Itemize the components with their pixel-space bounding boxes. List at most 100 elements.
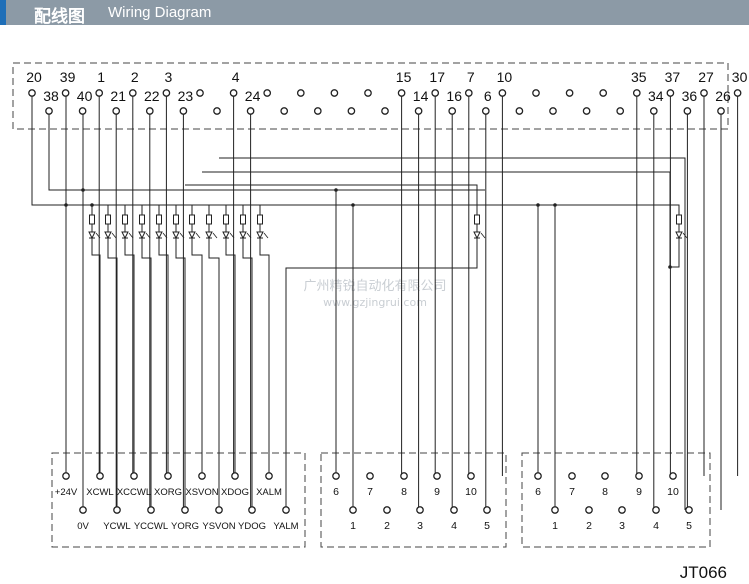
- top-connector-upper-pin: [498, 89, 507, 97]
- terminal-block-2-upper-pin: [433, 472, 441, 480]
- top-connector-upper-pin: [263, 89, 272, 97]
- top-connector-upper-pin: [196, 89, 204, 97]
- terminal-block-1-lower-label: YSVON: [202, 521, 235, 532]
- top-pin-label-lower: 21: [110, 88, 126, 104]
- terminal-block-2-lower-pin: [483, 506, 491, 514]
- terminal-block-1-lower-label: YDOG: [238, 521, 266, 532]
- resistor: [240, 214, 246, 225]
- model-number: JT066: [680, 563, 727, 582]
- wire: [48, 111, 485, 191]
- top-connector-upper-pin: [128, 89, 137, 97]
- header-title-english: Wiring Diagram: [108, 4, 212, 21]
- top-pin-label-upper: 10: [497, 69, 513, 85]
- resistor: [173, 214, 179, 225]
- watermark: 广州精锐自动化有限公司 www.gzjingrui.com: [303, 279, 446, 309]
- top-connector-upper-pin: [632, 89, 641, 97]
- led-diode: [222, 231, 230, 240]
- header-accent-bar: [0, 0, 6, 25]
- top-pin-label-lower: 22: [144, 88, 160, 104]
- top-connector-upper-pin: [61, 89, 70, 97]
- terminal-block-2-upper-label: 7: [367, 486, 373, 498]
- top-connector-upper-pin: [666, 89, 675, 97]
- top-connector-upper-pin: [532, 89, 540, 97]
- terminal-block-1-lower-pin: [248, 506, 256, 514]
- top-connector-upper-pin: [431, 89, 440, 97]
- header-title-chinese: 配线图: [34, 7, 85, 27]
- led-diode: [256, 231, 264, 240]
- top-connector-lower-pin: [280, 107, 289, 115]
- terminal-block-3-upper-pin: [669, 472, 677, 480]
- led-diode: [205, 231, 213, 240]
- terminal-block-3-upper-pin: [568, 472, 576, 480]
- led-diode: [121, 231, 129, 240]
- led-arrow: [480, 232, 486, 239]
- top-connector-lower-pin: [549, 107, 557, 115]
- terminal-block-1-upper-label: XDOG: [221, 487, 249, 498]
- top-connector-lower-pin: [381, 107, 389, 115]
- page-header: 配线图 Wiring Diagram: [0, 0, 749, 27]
- top-connector-upper-pin: [565, 89, 574, 97]
- top-connector-lower-pin: [582, 107, 591, 115]
- top-pin-label-lower: 24: [245, 88, 261, 104]
- terminal-block-1-upper-label: XORG: [154, 487, 182, 498]
- junction-dot: [351, 203, 355, 207]
- terminal-block-1-upper-label: XSVON: [185, 487, 218, 498]
- top-connector-upper-pin: [397, 89, 406, 97]
- resistor: [156, 214, 162, 225]
- led-arrow: [111, 232, 117, 239]
- top-pin-label-lower: 26: [715, 88, 731, 104]
- top-connector-upper-pin: [464, 89, 473, 97]
- terminal-block-1-outline: [51, 452, 306, 548]
- terminal-block-1-upper-label: XALM: [256, 487, 282, 498]
- terminal-block-1-upper-pin: [198, 472, 206, 480]
- led-diode: [88, 231, 96, 240]
- led-diode: [155, 231, 163, 240]
- terminal-block-3-lower-pin: [551, 506, 559, 514]
- top-pin-label-upper: 15: [396, 69, 412, 85]
- top-pin-label-lower: 23: [178, 88, 194, 104]
- top-pin-label-lower: 14: [413, 88, 429, 104]
- terminal-block-1-upper-pin: [231, 472, 239, 480]
- top-connector-upper-pin: [296, 89, 305, 97]
- top-pin-label-upper: 37: [665, 69, 681, 85]
- wire: [208, 238, 220, 510]
- top-pin-label-upper: 35: [631, 69, 647, 85]
- wire: [202, 171, 671, 267]
- terminal-block-1-upper-pin: [96, 472, 104, 480]
- terminal-block-1-upper-label: XCCWL: [117, 487, 151, 498]
- top-pin-label-lower: 36: [682, 88, 698, 104]
- terminal-block-1-lower-label: 0V: [77, 521, 89, 532]
- terminal-block-3-upper-pin: [601, 472, 609, 480]
- top-connector-lower-pin: [515, 107, 524, 115]
- terminal-block-3-lower-label: 1: [552, 520, 558, 532]
- terminal-block-3-lower-pin: [685, 506, 693, 514]
- terminal-block-3-outline: [521, 452, 711, 548]
- terminal-block-2-upper-label: 6: [333, 486, 339, 498]
- top-connector-lower-pin: [78, 107, 87, 115]
- terminal-block-3-lower-label: 4: [653, 520, 659, 532]
- top-connector-upper-pin: [229, 89, 238, 97]
- top-connector-lower-pin: [414, 107, 423, 115]
- resistor: [89, 214, 95, 225]
- terminal-block-3-lower-label: 3: [619, 520, 625, 532]
- top-connector-lower-pin: [145, 107, 154, 115]
- components: [88, 214, 688, 240]
- terminal-block-1-lower-pin: [79, 506, 87, 514]
- terminal-block-3-upper-label: 9: [636, 486, 642, 498]
- junction-dot: [668, 265, 672, 269]
- wire: [191, 238, 203, 476]
- top-connector-lower-pin: [179, 107, 188, 115]
- top-connector-lower-pin: [616, 107, 625, 115]
- top-connector-lower-pin: [313, 107, 322, 115]
- led-diode: [172, 231, 180, 240]
- terminal-block-2-upper-pin: [332, 472, 340, 480]
- led-diode: [473, 231, 481, 240]
- led-diode: [104, 231, 112, 240]
- top-connector-upper-pin: [599, 89, 608, 97]
- terminal-block-3-upper-label: 6: [535, 486, 541, 498]
- wire: [670, 238, 680, 268]
- top-pin-label-upper: 2: [131, 69, 139, 85]
- junction-dot: [90, 203, 94, 207]
- terminal-block-3-upper-label: 7: [569, 486, 575, 498]
- terminal-block-2-upper-label: 9: [434, 486, 440, 498]
